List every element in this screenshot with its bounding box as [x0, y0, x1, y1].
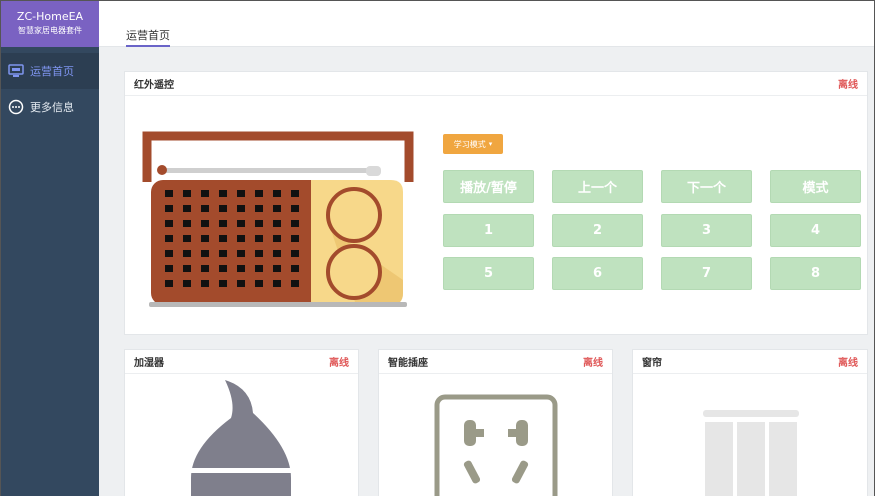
- number-button-8[interactable]: 8: [770, 257, 861, 290]
- ir-remote-card: 红外遥控 离线 学习模式 ▾ 播放/暂停 上一个 下一个 模式 1 2 3 4 …: [124, 71, 868, 335]
- status-badge: 离线: [838, 358, 858, 369]
- brand-title: ZC-HomeEA: [16, 10, 84, 23]
- caret-down-icon: ▾: [488, 140, 493, 148]
- sidebar-item-home[interactable]: 运营首页: [1, 53, 99, 89]
- sidebar: ZC-HomeEA 智慧家居电器套件 运营首页 更多信息: [1, 1, 99, 496]
- sidebar-item-more-info[interactable]: 更多信息: [1, 89, 99, 125]
- number-button-4[interactable]: 4: [770, 214, 861, 247]
- card-header: 加湿器 离线: [125, 350, 358, 374]
- sidebar-item-label: 更多信息: [30, 101, 74, 114]
- curtain-icon: [703, 410, 799, 496]
- card-header: 窗帘 离线: [633, 350, 867, 374]
- brand-subtitle: 智慧家居电器套件: [18, 26, 82, 35]
- next-button[interactable]: 下一个: [661, 170, 752, 203]
- power-socket-icon: [434, 394, 558, 496]
- top-bar: 运营首页: [99, 1, 874, 47]
- more-circle-icon: [8, 99, 24, 115]
- humidifier-icon: [191, 380, 291, 496]
- tab-home[interactable]: 运营首页: [126, 27, 170, 47]
- monitor-icon: [8, 63, 24, 79]
- humidifier-card: 加湿器 离线: [124, 349, 359, 496]
- main-area: 运营首页 红外遥控 离线 学习模式 ▾ 播放/暂停 上一个 下一个 模式 1 2…: [99, 1, 874, 496]
- learning-mode-dropdown[interactable]: 学习模式 ▾: [443, 134, 503, 154]
- number-button-1[interactable]: 1: [443, 214, 534, 247]
- status-badge: 离线: [583, 358, 603, 369]
- card-title: 窗帘: [642, 358, 662, 369]
- mode-button[interactable]: 模式: [770, 170, 861, 203]
- card-title: 智能插座: [388, 358, 428, 369]
- card-title: 红外遥控: [134, 80, 174, 91]
- number-button-3[interactable]: 3: [661, 214, 752, 247]
- card-header: 智能插座 离线: [379, 350, 612, 374]
- number-button-2[interactable]: 2: [552, 214, 643, 247]
- number-button-5[interactable]: 5: [443, 257, 534, 290]
- mode-button-label: 学习模式: [453, 139, 486, 149]
- sidebar-item-label: 运营首页: [30, 65, 74, 78]
- card-header: 红外遥控 离线: [125, 72, 867, 96]
- number-button-6[interactable]: 6: [552, 257, 643, 290]
- brand-logo: ZC-HomeEA 智慧家居电器套件: [1, 1, 99, 47]
- play-pause-button[interactable]: 播放/暂停: [443, 170, 534, 203]
- status-badge: 离线: [838, 80, 858, 91]
- radio-illustration: [142, 131, 414, 307]
- curtain-card: 窗帘 离线: [632, 349, 868, 496]
- status-badge: 离线: [329, 358, 349, 369]
- number-button-7[interactable]: 7: [661, 257, 752, 290]
- smart-plug-card: 智能插座 离线: [378, 349, 613, 496]
- previous-button[interactable]: 上一个: [552, 170, 643, 203]
- card-title: 加湿器: [134, 358, 164, 369]
